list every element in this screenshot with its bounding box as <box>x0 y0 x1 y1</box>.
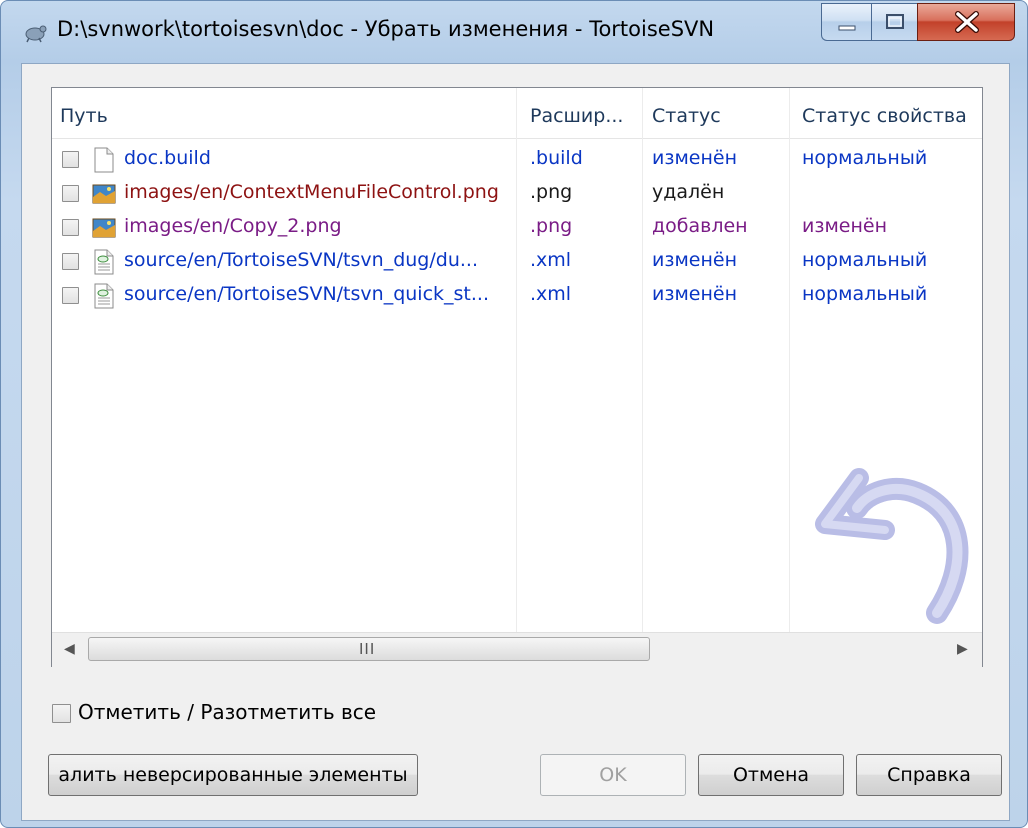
row-extension: .xml <box>530 283 572 305</box>
scrollbar-thumb[interactable]: III <box>88 637 650 661</box>
row-status: изменён <box>652 249 738 271</box>
row-path: doc.build <box>124 147 211 169</box>
row-status: удалён <box>652 181 725 203</box>
row-checkbox[interactable] <box>62 287 79 304</box>
minimize-icon <box>838 25 856 31</box>
column-header-property-status[interactable]: Статус свойства <box>802 105 967 127</box>
minimize-button[interactable] <box>821 3 871 41</box>
row-checkbox[interactable] <box>62 185 79 202</box>
title-bar[interactable]: D:\svnwork\tortoisesvn\doc - Убрать изме… <box>1 1 1027 63</box>
list-row[interactable]: source/en/TortoiseSVN/tsvn_dug/du... .xm… <box>52 246 982 280</box>
horizontal-scrollbar[interactable]: ◀ III ▶ <box>52 632 982 667</box>
row-status: добавлен <box>652 215 748 237</box>
row-path: images/en/Copy_2.png <box>124 215 342 237</box>
maximize-button[interactable] <box>871 3 917 41</box>
row-property-status: изменён <box>802 215 888 237</box>
column-header-status[interactable]: Статус <box>652 105 721 127</box>
document-icon <box>94 147 114 173</box>
row-extension: .png <box>530 181 573 203</box>
close-icon <box>955 11 979 33</box>
scroll-right-icon[interactable]: ▶ <box>957 641 968 657</box>
row-extension: .build <box>530 147 583 169</box>
dialog-window: D:\svnwork\tortoisesvn\doc - Убрать изме… <box>0 0 1028 828</box>
tortoisesvn-icon <box>25 25 47 43</box>
row-checkbox[interactable] <box>62 151 79 168</box>
row-checkbox[interactable] <box>62 219 79 236</box>
ok-button[interactable]: OK <box>540 754 686 796</box>
column-header-extension[interactable]: Расшир... <box>530 105 623 127</box>
row-property-status: нормальный <box>802 249 928 271</box>
image-icon <box>92 184 116 204</box>
xml-file-icon <box>94 249 114 275</box>
scrollbar-grip: III <box>359 640 376 658</box>
list-row[interactable]: doc.build .build изменён нормальный <box>52 144 982 178</box>
revert-arrow-icon <box>815 468 969 624</box>
row-path: images/en/ContextMenuFileControl.png <box>124 181 499 203</box>
caption-buttons <box>821 3 1015 43</box>
row-property-status: нормальный <box>802 147 928 169</box>
select-all-checkbox[interactable] <box>52 704 71 723</box>
column-header-path[interactable]: Путь <box>60 105 108 127</box>
row-path: source/en/TortoiseSVN/tsvn_dug/du... <box>124 249 478 271</box>
row-extension: .png <box>530 215 573 237</box>
list-row[interactable]: images/en/ContextMenuFileControl.png .pn… <box>52 178 982 212</box>
row-checkbox[interactable] <box>62 253 79 270</box>
xml-file-icon <box>94 283 114 309</box>
close-button[interactable] <box>917 3 1015 41</box>
help-button[interactable]: Справка <box>856 754 1002 796</box>
list-header: Путь Расшир... Статус Статус свойства <box>52 88 982 139</box>
delete-unversioned-button[interactable]: алить неверсированные элементы <box>48 754 418 796</box>
select-all-label[interactable]: Отметить / Разотметить все <box>78 700 376 724</box>
list-row[interactable]: images/en/Copy_2.png .png добавлен измен… <box>52 212 982 246</box>
row-status: изменён <box>652 283 738 305</box>
maximize-icon <box>886 14 904 29</box>
window-title: D:\svnwork\tortoisesvn\doc - Убрать изме… <box>57 17 715 41</box>
row-property-status: нормальный <box>802 283 928 305</box>
row-extension: .xml <box>530 249 572 271</box>
cancel-button[interactable]: Отмена <box>698 754 844 796</box>
dialog-client-area: Путь Расшир... Статус Статус свойства do… <box>21 63 1010 821</box>
changes-list[interactable]: Путь Расшир... Статус Статус свойства do… <box>51 87 983 667</box>
scroll-left-icon[interactable]: ◀ <box>64 641 75 657</box>
image-icon <box>92 218 116 238</box>
row-path: source/en/TortoiseSVN/tsvn_quick_st... <box>124 283 489 305</box>
list-row[interactable]: source/en/TortoiseSVN/tsvn_quick_st... .… <box>52 280 982 314</box>
row-status: изменён <box>652 147 738 169</box>
